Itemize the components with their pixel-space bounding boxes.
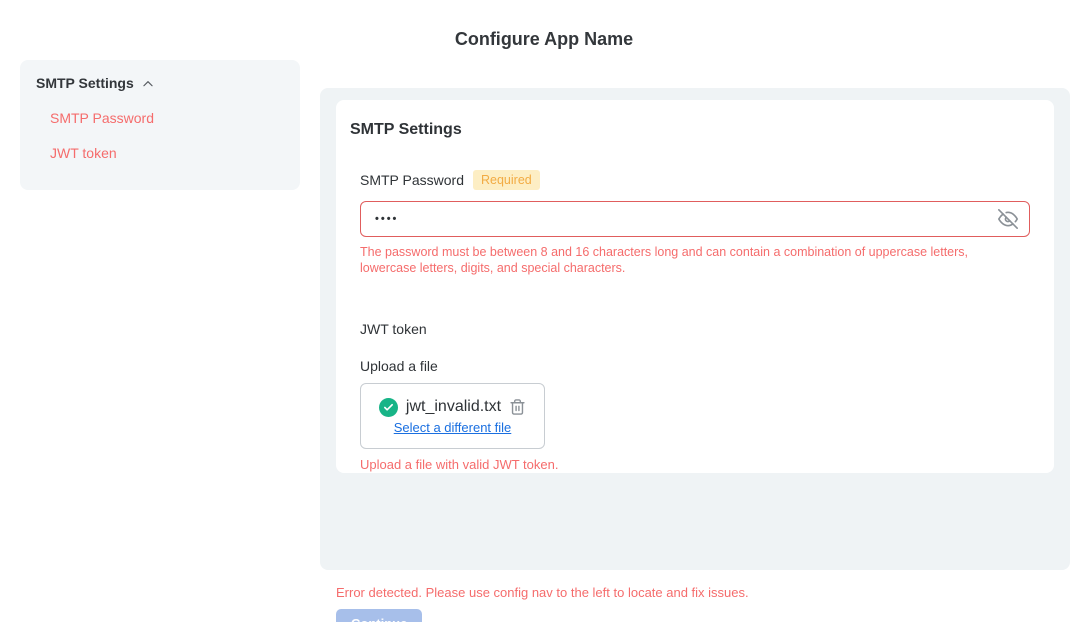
- chevron-up-icon: [141, 77, 155, 91]
- file-upload-box: jwt_invalid.txt Select a different file: [360, 383, 545, 449]
- jwt-validation-message: Upload a file with valid JWT token.: [360, 457, 1030, 472]
- sidebar-section-smtp-settings[interactable]: SMTP Settings: [36, 75, 284, 91]
- page-title: Configure App Name: [0, 29, 1088, 50]
- jwt-token-label: JWT token: [360, 321, 1030, 337]
- continue-button[interactable]: Continue: [336, 609, 422, 622]
- smtp-password-field: SMTP Password Required The password must…: [360, 170, 1030, 276]
- smtp-password-label: SMTP Password: [360, 172, 464, 188]
- configure-app-screen: Configure App Name SMTP Settings SMTP Pa…: [0, 0, 1088, 622]
- required-badge: Required: [473, 170, 540, 190]
- form-error-message: Error detected. Please use config nav to…: [336, 585, 749, 600]
- select-different-file-link[interactable]: Select a different file: [394, 420, 512, 435]
- trash-icon: [509, 398, 526, 416]
- sidebar-item-smtp-password[interactable]: SMTP Password: [50, 110, 284, 126]
- card-heading: SMTP Settings: [350, 121, 1030, 139]
- uploaded-file-name: jwt_invalid.txt: [406, 398, 501, 416]
- password-validation-message: The password must be between 8 and 16 ch…: [360, 244, 1022, 276]
- eye-off-icon: [998, 209, 1018, 229]
- upload-file-label: Upload a file: [360, 358, 1030, 374]
- smtp-settings-card: SMTP Settings SMTP Password Required Th: [336, 100, 1054, 473]
- password-visibility-toggle[interactable]: [998, 209, 1018, 229]
- sidebar-section-label: SMTP Settings: [36, 75, 134, 91]
- config-panel: SMTP Settings SMTP Password Required Th: [320, 88, 1070, 570]
- check-circle-icon: [379, 398, 398, 417]
- smtp-password-input[interactable]: [360, 201, 1030, 237]
- sidebar-item-jwt-token[interactable]: JWT token: [50, 145, 284, 161]
- jwt-token-field: JWT token Upload a file jwt_invalid.txt: [360, 321, 1030, 472]
- remove-file-button[interactable]: [509, 398, 526, 416]
- config-nav-sidebar: SMTP Settings SMTP Password JWT token: [20, 60, 300, 190]
